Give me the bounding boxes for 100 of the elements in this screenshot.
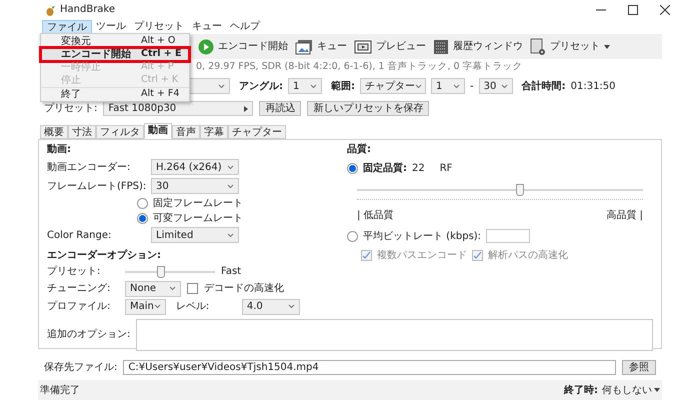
- browse-button[interactable]: 参照: [622, 360, 656, 375]
- profile-dropdown[interactable]: Main: [125, 298, 166, 315]
- slider-thumb[interactable]: [516, 184, 524, 196]
- field-label: 追加のオプション:: [47, 328, 130, 342]
- menu-item[interactable]: キュー: [188, 20, 226, 34]
- preset-label: プリセット:: [44, 102, 98, 116]
- menu-item[interactable]: ヘルプ: [226, 20, 264, 34]
- end-dropdown[interactable]: 30: [478, 78, 513, 94]
- scale-label: 高品質 |: [606, 208, 643, 223]
- preset-button[interactable]: 新しいプリセットを保存: [307, 101, 430, 116]
- preset-selector[interactable]: Fast 1080p30: [103, 101, 254, 116]
- slider-thumb[interactable]: [157, 266, 165, 278]
- radio-label: 固定フレームレート: [153, 196, 243, 211]
- radio-button[interactable]: [347, 230, 358, 242]
- field-label: レベル:: [176, 300, 210, 314]
- framerate-dropdown[interactable]: 30: [151, 178, 239, 194]
- radio-button[interactable]: [347, 162, 358, 174]
- destination-label: 保存先ファイル:: [44, 360, 118, 375]
- duration: 01:31:50: [570, 80, 616, 94]
- radio-label: 可変フレームレート: [153, 212, 243, 226]
- field-label: フレームレート(FPS):: [47, 180, 148, 194]
- toolbar-button[interactable]: キュー: [295, 38, 347, 55]
- menu-entry[interactable]: 終了 Alt + F4: [41, 87, 189, 100]
- chevron-icon: [227, 232, 234, 238]
- maximize-icon[interactable]: [628, 4, 638, 15]
- quality-value: 22: [412, 162, 425, 176]
- film-icon: [354, 38, 372, 55]
- tab[interactable]: 概要: [40, 124, 68, 139]
- angle-dropdown[interactable]: 1: [288, 78, 322, 94]
- radio-button[interactable]: [137, 212, 148, 224]
- window-title: HandBrake: [60, 3, 116, 18]
- source-info: 0, 29.97 FPS, SDR (8-bit 4:2:0, 6-1-6), 1 音声トラック, 0 字幕トラック: [196, 60, 523, 74]
- document-gear-icon: [530, 38, 546, 56]
- chevron-icon: [288, 304, 295, 310]
- chevron-icon: [415, 84, 422, 89]
- menu-entry[interactable]: エンコード開始 Ctrl + E: [41, 48, 189, 61]
- duration-label: 合計時間:: [522, 80, 566, 94]
- section-heading: 動画:: [47, 142, 72, 157]
- tab[interactable]: 寸法: [68, 124, 96, 139]
- grid-icon: [433, 38, 449, 55]
- field-label: チューニング:: [47, 282, 112, 296]
- tune-dropdown[interactable]: None: [125, 280, 181, 297]
- chevron-icon: [218, 84, 225, 89]
- when-done-label: 終了時:: [564, 384, 598, 398]
- color-range-dropdown[interactable]: Limited: [151, 227, 239, 244]
- quality-unit: RF: [440, 162, 452, 176]
- chevron-icon: [453, 84, 460, 89]
- menu-item[interactable]: プリセット: [130, 20, 188, 34]
- menu-entry[interactable]: 変換元 Alt + O: [41, 35, 189, 48]
- preset-button[interactable]: 再読込: [259, 101, 302, 116]
- range-label: 範囲:: [331, 80, 355, 94]
- tab[interactable]: フィルタ: [96, 124, 144, 139]
- chevron-icon: [310, 84, 317, 89]
- encoder-dropdown[interactable]: H.264 (x264): [151, 159, 239, 176]
- checkbox-label: 解析パスの高速化: [488, 248, 568, 263]
- tab[interactable]: チャプター: [228, 124, 286, 139]
- when-done-dropdown[interactable]: 何もしない: [602, 382, 660, 398]
- photos-icon: [295, 38, 313, 55]
- tab[interactable]: 音声: [172, 124, 200, 139]
- tab[interactable]: 字幕: [200, 124, 228, 139]
- chevron-icon: [169, 286, 176, 292]
- encoder-preset-slider[interactable]: [125, 266, 215, 278]
- toolbar-button[interactable]: プレビュー: [354, 38, 426, 55]
- pineapple-icon: [44, 4, 56, 16]
- chevron-icon: [500, 84, 508, 89]
- play-icon: [198, 38, 214, 55]
- field-label: Color Range:: [47, 228, 112, 243]
- start-dropdown[interactable]: 1: [431, 78, 465, 94]
- quality-slider[interactable]: [357, 184, 643, 196]
- field-label: プロファイル:: [47, 300, 112, 314]
- radio-label: 固定品質:: [363, 161, 407, 176]
- chevron-icon: [154, 304, 161, 310]
- menu-item[interactable]: ファイル: [42, 20, 92, 34]
- bitrate-field[interactable]: [486, 229, 530, 244]
- level-dropdown[interactable]: 4.0: [242, 298, 300, 315]
- caret-icon: [604, 44, 610, 49]
- toolbar-button[interactable]: 履歴ウィンドウ: [433, 38, 523, 55]
- toolbar-button[interactable]: プリセット: [530, 38, 610, 56]
- range-type-dropdown[interactable]: チャプター: [360, 78, 426, 94]
- toolbar-button[interactable]: エンコード開始: [198, 38, 288, 55]
- chevron-icon: [227, 184, 234, 189]
- menu-item[interactable]: ツール: [92, 20, 130, 34]
- field-label: プリセット:: [47, 264, 102, 280]
- tab[interactable]: 動画: [144, 122, 172, 139]
- destination-field[interactable]: C:¥Users¥user¥Videos¥Tjsh1504.mp4: [123, 360, 616, 375]
- checkbox[interactable]: [187, 283, 198, 294]
- section-heading: エンコーダーオプション:: [47, 248, 162, 263]
- scale-label: | 低品質: [357, 208, 394, 223]
- arrow-right-icon: [244, 106, 248, 112]
- radio-label: 平均ビットレート (kbps):: [363, 230, 482, 244]
- preset-value: Fast: [221, 265, 242, 280]
- dash: -: [470, 80, 474, 94]
- close-icon[interactable]: [660, 4, 670, 15]
- extra-options-field[interactable]: [136, 318, 653, 351]
- checkbox-label: デコードの高速化: [204, 282, 284, 296]
- angle-label: アングル:: [239, 80, 283, 94]
- chevron-icon: [227, 164, 234, 170]
- checkbox-label: 複数パスエンコード: [377, 248, 467, 263]
- field-label: 動画エンコーダー:: [47, 160, 132, 175]
- radio-button[interactable]: [137, 198, 148, 209]
